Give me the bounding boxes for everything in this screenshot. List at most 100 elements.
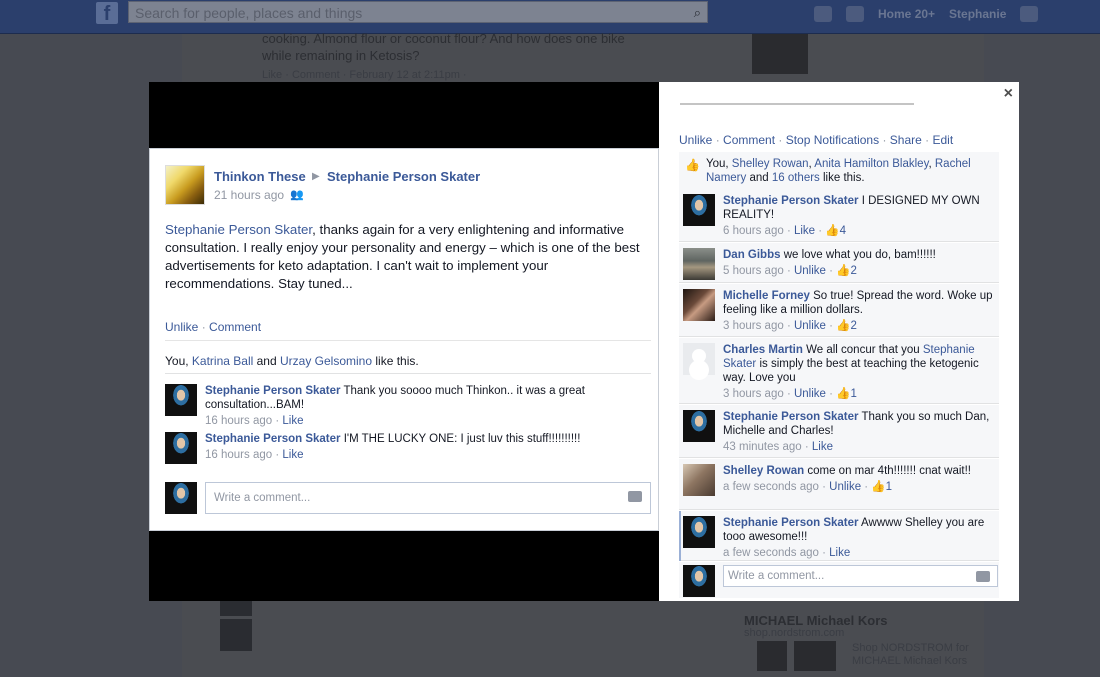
nav-user[interactable]: Stephanie (949, 7, 1006, 21)
comment-time[interactable]: 3 hours ago (723, 388, 784, 400)
comment-unlike-link[interactable]: Unlike (829, 481, 861, 493)
commenter-avatar[interactable] (165, 432, 197, 464)
like-count[interactable]: 👍2 (836, 265, 857, 277)
nav-home[interactable]: Home 20+ (878, 7, 935, 21)
comment-text: Dan Gibbs we love what you do, bam!!!!!!… (723, 248, 993, 278)
comment-link[interactable]: Comment (209, 320, 261, 334)
comment-item: Stephanie Person Skater Thank you soooo … (165, 384, 651, 432)
post-body-mention[interactable]: Stephanie Person Skater (165, 222, 312, 237)
pane-comment-item: Charles Martin We all concur that you St… (679, 338, 999, 404)
pane-comment-item: Michelle Forney So true! Spread the word… (679, 284, 999, 337)
search-placeholder: Search for people, places and things (135, 5, 363, 21)
comment-time[interactable]: a few seconds ago (723, 481, 819, 493)
others-link[interactable]: 16 others (772, 172, 820, 184)
messages-icon[interactable] (814, 6, 832, 22)
settings-icon[interactable] (1020, 6, 1039, 22)
bg-post-line1: cooking. Almond flour or coconut flour? … (262, 31, 625, 46)
bg-post-line2: while remaining in Ketosis? (262, 48, 420, 63)
facebook-logo-icon[interactable]: f (96, 2, 118, 25)
current-user-avatar (165, 482, 197, 514)
comment-time[interactable]: 16 hours ago (205, 449, 272, 461)
stop-notifications-link[interactable]: Stop Notifications (786, 133, 879, 147)
commenter-avatar[interactable] (683, 343, 715, 375)
audience-friends-icon[interactable]: 👥 (290, 188, 304, 201)
post-actions: Unlike · Comment (165, 320, 262, 334)
search-input[interactable]: Search for people, places and things ⌕ (128, 1, 708, 23)
camera-icon[interactable] (628, 491, 642, 502)
share-link[interactable]: Share (890, 133, 922, 147)
comment-like-link[interactable]: Like (829, 547, 850, 559)
commenter-avatar[interactable] (683, 248, 715, 280)
unlike-link[interactable]: Unlike (165, 320, 198, 334)
comment-time[interactable]: 6 hours ago (723, 225, 784, 237)
comment-meta: a few seconds ago · Like (723, 547, 851, 559)
arrow-right-icon: ▶ (312, 171, 320, 182)
pane-actions: Unlike · Comment · Stop Notifications · … (679, 133, 954, 147)
commenter-avatar[interactable] (165, 384, 197, 416)
comment-time[interactable]: 16 hours ago (205, 415, 272, 427)
commenter-name[interactable]: Stephanie Person Skater (723, 517, 859, 529)
comment-like-link[interactable]: Like (282, 415, 303, 427)
liker-link[interactable]: Anita Hamilton Blakley (814, 158, 928, 170)
pane-comment-item: Stephanie Person Skater Awwww Shelley yo… (679, 511, 999, 561)
thumbs-up-icon: 👍 (685, 158, 700, 172)
comment-unlike-link[interactable]: Unlike (794, 388, 826, 400)
comment-unlike-link[interactable]: Unlike (794, 320, 826, 332)
like-count[interactable]: 👍2 (836, 320, 857, 332)
pane-comment-item: Shelley Rowan come on mar 4th!!!!!!! cna… (679, 459, 999, 510)
new-comment-marker (679, 511, 681, 561)
search-icon[interactable]: ⌕ (694, 5, 701, 21)
commenter-name[interactable]: Stephanie Person Skater (205, 385, 341, 397)
close-icon[interactable]: × (1004, 85, 1013, 103)
top-bar: f Search for people, places and things ⌕… (0, 0, 1100, 34)
pane-comment-item: Dan Gibbs we love what you do, bam!!!!!!… (679, 243, 999, 283)
comment-meta: 43 minutes ago · Like (723, 441, 833, 453)
edit-link[interactable]: Edit (932, 133, 953, 147)
comment-like-link[interactable]: Like (282, 449, 303, 461)
commenter-avatar[interactable] (683, 289, 715, 321)
notifications-icon[interactable] (846, 6, 864, 22)
liker-link[interactable]: Katrina Ball (192, 354, 253, 368)
post-comment-list: Stephanie Person Skater Thank you soooo … (165, 373, 651, 476)
top-nav: Home 20+ Stephanie (814, 4, 1039, 24)
comment-meta: 16 hours ago · Like (205, 449, 304, 461)
comment-like-link[interactable]: Like (812, 441, 833, 453)
write-comment-input[interactable]: Write a comment... (723, 565, 998, 587)
like-count[interactable]: 👍1 (836, 388, 857, 400)
commenter-avatar[interactable] (683, 194, 715, 226)
divider (165, 340, 651, 341)
like-count[interactable]: 👍1 (871, 481, 892, 493)
post-target-name[interactable]: Stephanie Person Skater (327, 169, 480, 184)
commenter-avatar[interactable] (683, 516, 715, 548)
liker-link[interactable]: Shelley Rowan (732, 158, 809, 170)
post-timestamp[interactable]: 21 hours ago (214, 188, 284, 202)
post-body: Stephanie Person Skater, thanks again fo… (165, 221, 653, 293)
pane-comment-item: Stephanie Person Skater I DESIGNED MY OW… (679, 189, 999, 242)
comment-text: Stephanie Person Skater I'M THE LUCKY ON… (205, 432, 645, 462)
camera-icon[interactable] (976, 571, 990, 582)
like-count[interactable]: 👍4 (825, 225, 846, 237)
commenter-name[interactable]: Stephanie Person Skater (723, 195, 859, 207)
comment-time[interactable]: a few seconds ago (723, 547, 819, 559)
commenter-name[interactable]: Michelle Forney (723, 290, 810, 302)
post-author-name[interactable]: Thinkon These (214, 169, 306, 184)
unlike-link[interactable]: Unlike (679, 133, 712, 147)
comment-link[interactable]: Comment (723, 133, 775, 147)
comment-time[interactable]: 3 hours ago (723, 320, 784, 332)
liker-link[interactable]: Urzay Gelsomino (280, 354, 372, 368)
post-author-avatar[interactable] (165, 165, 205, 205)
commenter-avatar[interactable] (683, 410, 715, 442)
commenter-name[interactable]: Shelley Rowan (723, 465, 804, 477)
comment-like-link[interactable]: Like (794, 225, 815, 237)
comments-pane: × Unlike · Comment · Stop Notifications … (659, 82, 1019, 601)
commenter-avatar[interactable] (683, 464, 715, 496)
write-comment-input[interactable]: Write a comment... (205, 482, 651, 514)
bg-ad-text2: MICHAEL Michael Kors (852, 655, 968, 667)
commenter-name[interactable]: Dan Gibbs (723, 249, 781, 261)
commenter-name[interactable]: Charles Martin (723, 344, 803, 356)
comment-time[interactable]: 5 hours ago (723, 265, 784, 277)
comment-time[interactable]: 43 minutes ago (723, 441, 802, 453)
comment-unlike-link[interactable]: Unlike (794, 265, 826, 277)
commenter-name[interactable]: Stephanie Person Skater (205, 433, 341, 445)
commenter-name[interactable]: Stephanie Person Skater (723, 411, 859, 423)
